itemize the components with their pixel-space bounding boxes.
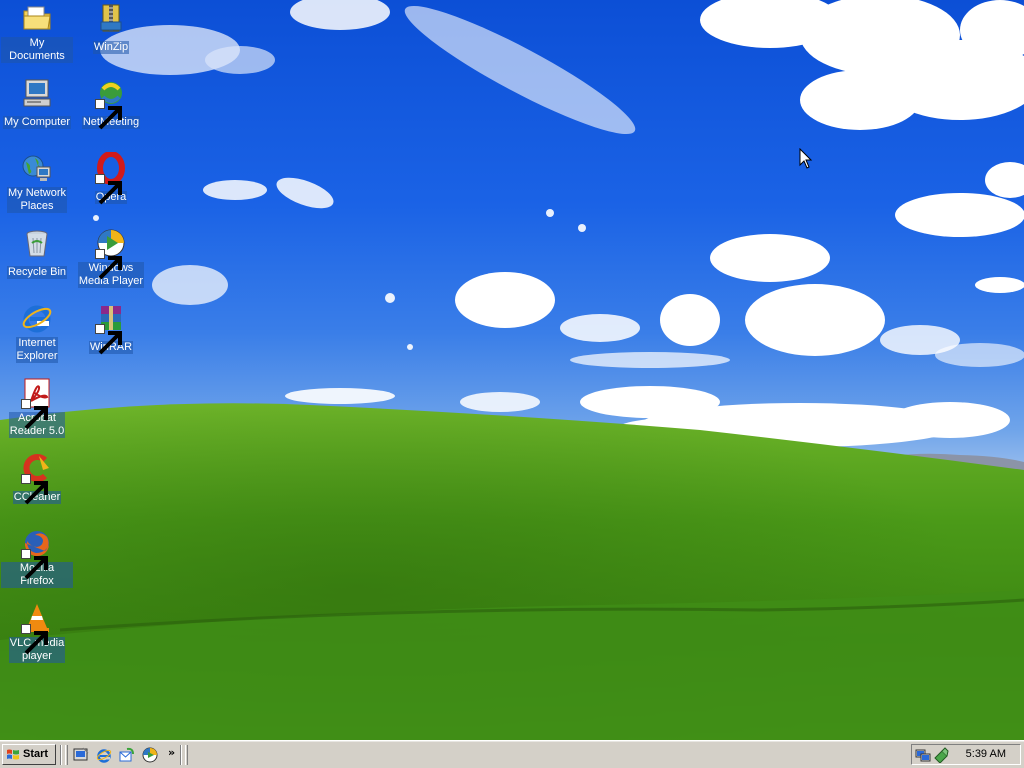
opera-icon xyxy=(95,152,127,205)
desktop-icon-windows-media-player[interactable]: Windows Media Player xyxy=(74,227,148,289)
shortcut-arrow-icon xyxy=(21,624,48,655)
wallpaper xyxy=(0,0,1024,740)
icon-label: Recycle Bin xyxy=(6,266,68,279)
icon-label: My Documents xyxy=(1,37,73,63)
windows-media-player-icon xyxy=(95,227,127,280)
internet-explorer-icon[interactable] xyxy=(96,747,112,763)
vlc-media-player-icon xyxy=(21,602,53,655)
desktop-icon-my-network-places[interactable]: My Network Places xyxy=(0,152,74,214)
desktop-icon-acrobat-reader[interactable]: Acrobat Reader 5.0 xyxy=(0,377,74,439)
shortcut-arrow-icon xyxy=(21,549,48,580)
shortcut-arrow-icon xyxy=(21,399,48,430)
winzip-icon xyxy=(95,2,127,34)
icon-label: Internet Explorer xyxy=(15,337,59,363)
desktop-icon-my-documents[interactable]: My Documents xyxy=(0,2,74,64)
taskbar-separator xyxy=(180,745,182,765)
desktop-icon-winrar[interactable]: WinRAR xyxy=(74,302,148,355)
desktop-icon-winzip[interactable]: WinZip xyxy=(74,2,148,55)
desktop-icon-mozilla-firefox[interactable]: Mozilla Firefox xyxy=(0,527,74,589)
quick-launch-more-chevron-icon[interactable]: » xyxy=(168,746,175,759)
outlook-express-icon[interactable] xyxy=(119,747,135,763)
my-documents-icon xyxy=(21,2,53,34)
icon-label: WinZip xyxy=(92,41,130,54)
desktop-icon-my-computer[interactable]: My Computer xyxy=(0,77,74,130)
network-connection-icon[interactable] xyxy=(915,747,931,763)
show-desktop-icon[interactable] xyxy=(73,747,89,763)
system-tray: 5:39 AM xyxy=(911,744,1021,765)
acrobat-reader-icon xyxy=(21,377,53,430)
internet-explorer-icon xyxy=(21,302,53,334)
desktop-icon-netmeeting[interactable]: NetMeeting xyxy=(74,77,148,130)
winrar-icon xyxy=(95,302,127,355)
shortcut-arrow-icon xyxy=(21,474,48,505)
icon-label: My Computer xyxy=(2,116,72,129)
my-computer-icon xyxy=(21,77,53,109)
windows-logo-icon xyxy=(7,749,19,760)
clock[interactable]: 5:39 AM xyxy=(966,748,1006,760)
netmeeting-icon xyxy=(95,77,127,130)
my-network-places-icon xyxy=(21,152,53,184)
ccleaner-icon xyxy=(21,452,53,505)
desktop-icon-vlc-media-player[interactable]: VLC media player xyxy=(0,602,74,664)
desktop-icon-ccleaner[interactable]: CCleaner xyxy=(0,452,74,505)
windows-media-player-icon[interactable] xyxy=(142,747,158,763)
mouse-pointer-icon xyxy=(799,148,813,169)
start-button[interactable]: Start xyxy=(2,744,56,765)
desktop-icon-internet-explorer[interactable]: Internet Explorer xyxy=(0,302,74,364)
desktop[interactable]: My Documents My Computer My Network Plac xyxy=(0,0,1024,740)
recycle-bin-icon xyxy=(21,227,53,259)
desktop-icon-opera[interactable]: Opera xyxy=(74,152,148,205)
start-label: Start xyxy=(23,748,49,760)
mozilla-firefox-icon xyxy=(21,527,53,580)
desktop-icon-recycle-bin[interactable]: Recycle Bin xyxy=(0,227,74,280)
shortcut-arrow-icon xyxy=(95,99,122,130)
safely-remove-hardware-icon[interactable] xyxy=(933,747,949,763)
shortcut-arrow-icon xyxy=(95,324,122,355)
shortcut-arrow-icon xyxy=(95,174,122,205)
icon-label: My Network Places xyxy=(6,187,68,213)
task-area-grip[interactable] xyxy=(185,745,188,765)
taskbar: Start » 5:39 AM xyxy=(0,740,1024,768)
shortcut-arrow-icon xyxy=(95,249,122,280)
taskbar-separator xyxy=(60,745,62,765)
quick-launch-grip[interactable] xyxy=(65,745,68,765)
